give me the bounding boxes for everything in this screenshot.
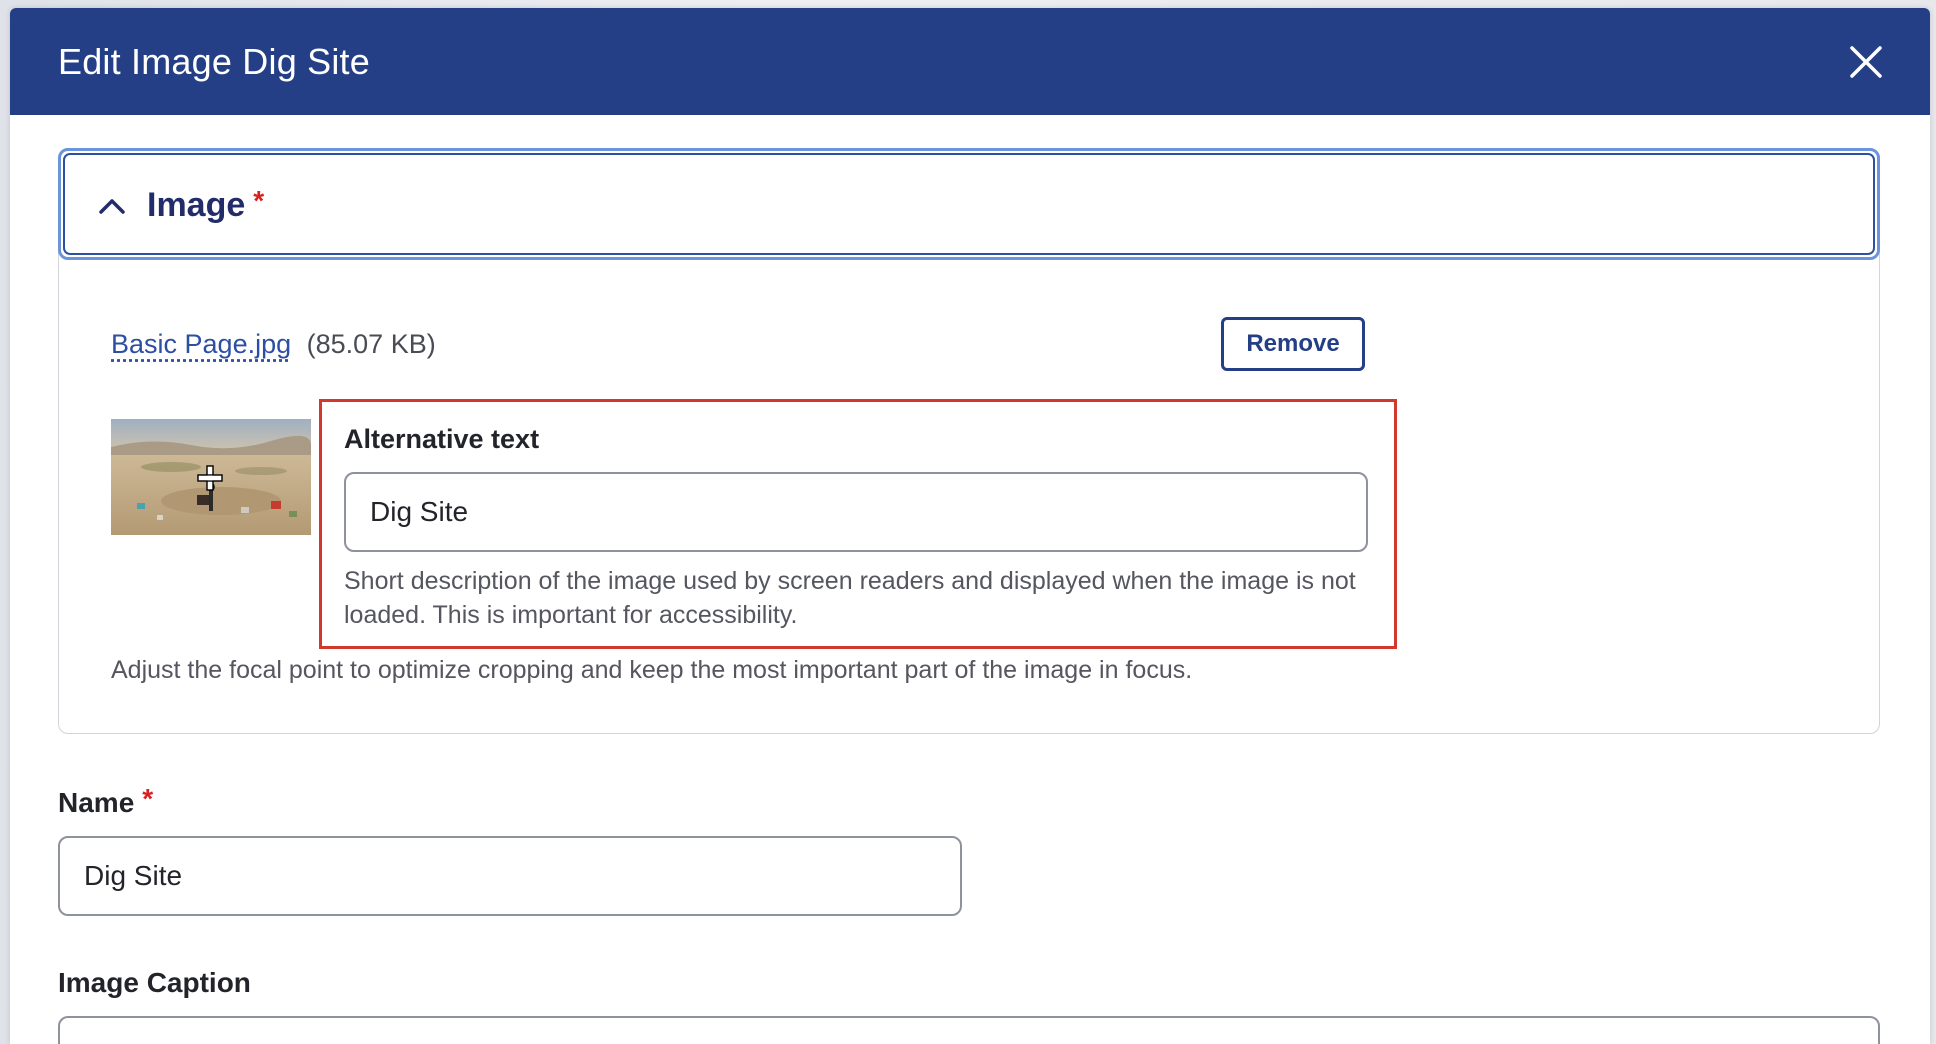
name-required-indicator: *: [142, 783, 154, 814]
focal-point-description: Adjust the focal point to optimize cropp…: [111, 656, 1193, 684]
file-name-link[interactable]: Basic Page.jpg: [111, 329, 291, 359]
name-input[interactable]: [58, 836, 962, 916]
dialog-title: Edit Image Dig Site: [58, 41, 370, 82]
image-details-panel: Image* Basic Page.jpg (85.07 KB) Remove: [58, 148, 1880, 734]
required-indicator: *: [253, 185, 265, 216]
alt-text-description: Short description of the image used by s…: [344, 567, 1356, 629]
remove-button[interactable]: Remove: [1221, 317, 1365, 371]
image-section-title: Image *: [147, 185, 264, 225]
edit-image-dialog: Edit Image Dig Site Image * Basic Page.jp…: [10, 8, 1930, 1044]
close-button[interactable]: [1842, 38, 1890, 86]
name-label-text: Name: [58, 787, 135, 818]
focal-point-crosshair-icon: [197, 465, 223, 491]
alt-text-highlight: Alternative text Short description of th…: [319, 399, 1397, 649]
alt-text-label: Alternative text: [344, 424, 540, 454]
chevron-up-icon: [99, 199, 125, 214]
close-icon: [1850, 46, 1882, 78]
alt-text-input[interactable]: [344, 472, 1368, 552]
name-label: Name *: [58, 783, 154, 820]
focus-ring: [63, 153, 1875, 255]
file-size: (85.07 KB): [306, 329, 436, 359]
image-section-toggle[interactable]: Image *: [58, 148, 1880, 260]
image-section-label: Image: [147, 186, 246, 224]
image-caption-label: Image Caption: [58, 967, 251, 998]
image-caption-input[interactable]: [58, 1016, 1880, 1044]
dialog-titlebar: Edit Image Dig Site: [10, 8, 1930, 115]
file-info: Basic Page.jpg (85.07 KB): [111, 327, 436, 361]
image-thumbnail-focal-point[interactable]: [111, 419, 311, 535]
